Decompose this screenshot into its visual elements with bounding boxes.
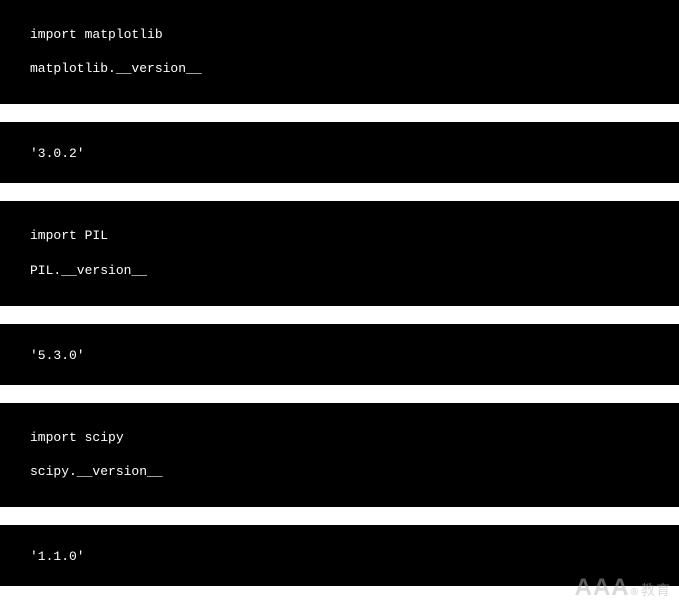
code-line: import PIL bbox=[30, 227, 649, 245]
registered-icon: ® bbox=[631, 587, 639, 598]
code-cell: import PIL PIL.__version__ bbox=[0, 201, 679, 305]
output-cell: '3.0.2' bbox=[0, 122, 679, 183]
output-cell: '5.3.0' bbox=[0, 324, 679, 385]
code-line: PIL.__version__ bbox=[30, 262, 649, 280]
code-cell: import matplotlib matplotlib.__version__ bbox=[0, 0, 679, 104]
output-cell: '1.1.0' bbox=[0, 525, 679, 586]
code-cell: import scipy scipy.__version__ bbox=[0, 403, 679, 507]
code-line: import scipy bbox=[30, 429, 649, 447]
code-line: matplotlib.__version__ bbox=[30, 60, 649, 78]
notebook-container: import matplotlib matplotlib.__version__… bbox=[0, 0, 679, 586]
code-line: scipy.__version__ bbox=[30, 463, 649, 481]
code-line: import matplotlib bbox=[30, 26, 649, 44]
